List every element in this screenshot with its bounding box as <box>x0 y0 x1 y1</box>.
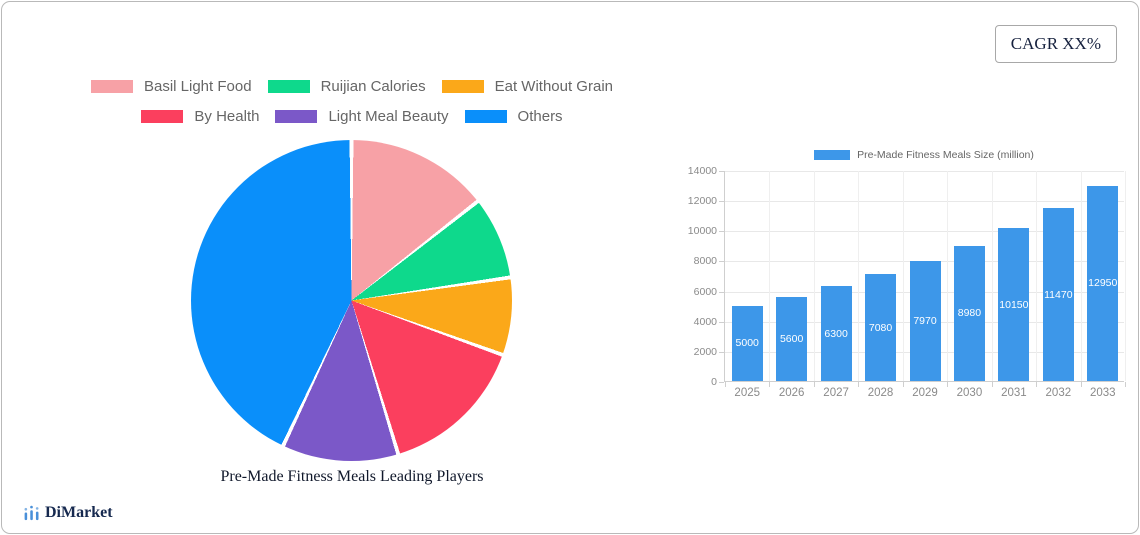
pie-chart-section: Basil Light Food Ruijian Calories Eat With… <box>22 2 682 533</box>
legend-swatch <box>267 80 310 93</box>
legend-swatch <box>441 80 484 93</box>
y-axis-label: 10000 <box>687 225 717 238</box>
gridline-horizontal <box>725 171 1124 172</box>
x-axis-label: 2027 <box>823 387 849 399</box>
bar-chart-section: Pre-Made Fitness Meals Size (million) 0 2… <box>688 147 1138 417</box>
bar-2029[interactable]: 7970 <box>909 260 941 381</box>
pie-legend-row-1: Basil Light Food Ruijian Calories Eat With… <box>90 78 613 95</box>
report-card: CAGR XX% Basil Light Food Ruijian Calorie… <box>1 1 1139 534</box>
bar-value-label: 10150 <box>999 298 1029 311</box>
y-axis-tick <box>719 351 724 353</box>
legend-label: By Health <box>194 108 260 125</box>
pie-chart-title: Pre-Made Fitness Meals Leading Players <box>220 468 484 485</box>
bar-2032[interactable]: 11470 <box>1042 208 1074 381</box>
x-axis-label: 2029 <box>912 387 938 399</box>
bar-2033[interactable]: 12950 <box>1087 185 1119 381</box>
legend-item[interactable]: Eat Without Grain <box>441 78 613 95</box>
x-axis-label: 2031 <box>1001 387 1027 399</box>
gridline-vertical <box>1036 171 1038 381</box>
gridline-vertical <box>902 171 904 381</box>
pie-legend: Basil Light Food Ruijian Calories Eat With… <box>22 78 682 125</box>
gridline-vertical <box>769 171 771 381</box>
brand-logo: DiMarket <box>23 504 113 522</box>
gridline-vertical <box>1125 171 1126 381</box>
legend-swatch <box>90 80 133 93</box>
bar-legend-label: Pre-Made Fitness Meals Size (million) <box>857 149 1034 161</box>
gridline-vertical <box>813 171 815 381</box>
y-axis-label: 14000 <box>687 165 717 177</box>
x-axis-label: 2030 <box>956 387 983 399</box>
bar-legend-swatch <box>814 150 851 160</box>
legend-swatch <box>275 110 318 123</box>
pie-chart <box>191 140 512 461</box>
legend-swatch <box>141 110 184 123</box>
y-axis-label: 0 <box>711 376 717 388</box>
gridline-vertical <box>991 171 993 381</box>
legend-item[interactable]: Ruijian Calories <box>267 78 426 95</box>
y-axis-tick <box>719 382 724 383</box>
x-axis-label: 2025 <box>734 387 761 399</box>
bar-value-label: 7080 <box>868 321 893 334</box>
bar-2031[interactable]: 10150 <box>998 228 1030 381</box>
gridline-vertical <box>858 171 860 381</box>
y-axis-tick <box>719 171 724 172</box>
y-axis-tick <box>719 231 724 233</box>
legend-item[interactable]: Others <box>464 108 563 125</box>
bar-value-label: 5000 <box>735 337 759 350</box>
bar-2030[interactable]: 8980 <box>953 245 985 381</box>
cagr-badge: CAGR XX% <box>994 25 1117 63</box>
bar-value-label: 7970 <box>913 314 937 327</box>
x-axis-label: 2026 <box>778 387 805 399</box>
x-axis-label: 2033 <box>1089 387 1116 399</box>
y-axis-tick <box>719 321 724 323</box>
x-axis-label: 2028 <box>867 387 894 399</box>
bar-value-label: 6300 <box>824 327 848 340</box>
y-axis-label: 4000 <box>693 315 717 328</box>
legend-label: Eat Without Grain <box>494 78 613 95</box>
brand-name: DiMarket <box>45 504 113 521</box>
bar-value-label: 11470 <box>1044 288 1073 301</box>
legend-label: Basil Light Food <box>143 78 252 95</box>
x-axis-label: 2032 <box>1045 387 1072 399</box>
gridline-vertical <box>1080 171 1082 381</box>
legend-swatch <box>464 110 507 123</box>
y-axis-label: 2000 <box>693 345 717 358</box>
legend-item[interactable]: Basil Light Food <box>90 78 252 95</box>
gridline-vertical <box>947 171 949 381</box>
legend-label: Ruijian Calories <box>320 78 426 95</box>
bar-chart-logo-icon <box>24 505 39 520</box>
legend-label: Light Meal Beauty <box>328 108 449 125</box>
legend-item[interactable]: By Health <box>141 108 259 125</box>
bar-chart-legend: Pre-Made Fitness Meals Size (million) <box>724 149 1124 161</box>
gridline-horizontal <box>725 201 1124 203</box>
y-axis-tick <box>719 261 724 263</box>
y-axis-tick <box>719 291 724 293</box>
y-axis-label: 8000 <box>693 255 717 268</box>
bar-2028[interactable]: 7080 <box>865 274 897 381</box>
y-axis-label: 6000 <box>693 285 717 298</box>
bar-plot: 0 2000 4000 6000 8000 10000 12000 14000 5000 2025… <box>688 165 1126 399</box>
bar-value-label: 8980 <box>957 307 982 320</box>
y-axis-tick <box>719 201 724 203</box>
legend-label: Others <box>517 108 563 125</box>
pie-legend-row-2: By Health Light Meal Beauty Others <box>141 108 563 125</box>
bar-2027[interactable]: 6300 <box>820 286 852 381</box>
bar-2025[interactable]: 5000 <box>731 305 763 381</box>
bar-value-label: 12950 <box>1088 277 1118 290</box>
bar-value-label: 5600 <box>779 332 804 345</box>
bar-2026[interactable]: 5600 <box>776 296 808 381</box>
y-axis-label: 12000 <box>687 195 717 208</box>
x-axis-tick <box>1125 382 1126 387</box>
legend-item[interactable]: Light Meal Beauty <box>275 108 449 125</box>
